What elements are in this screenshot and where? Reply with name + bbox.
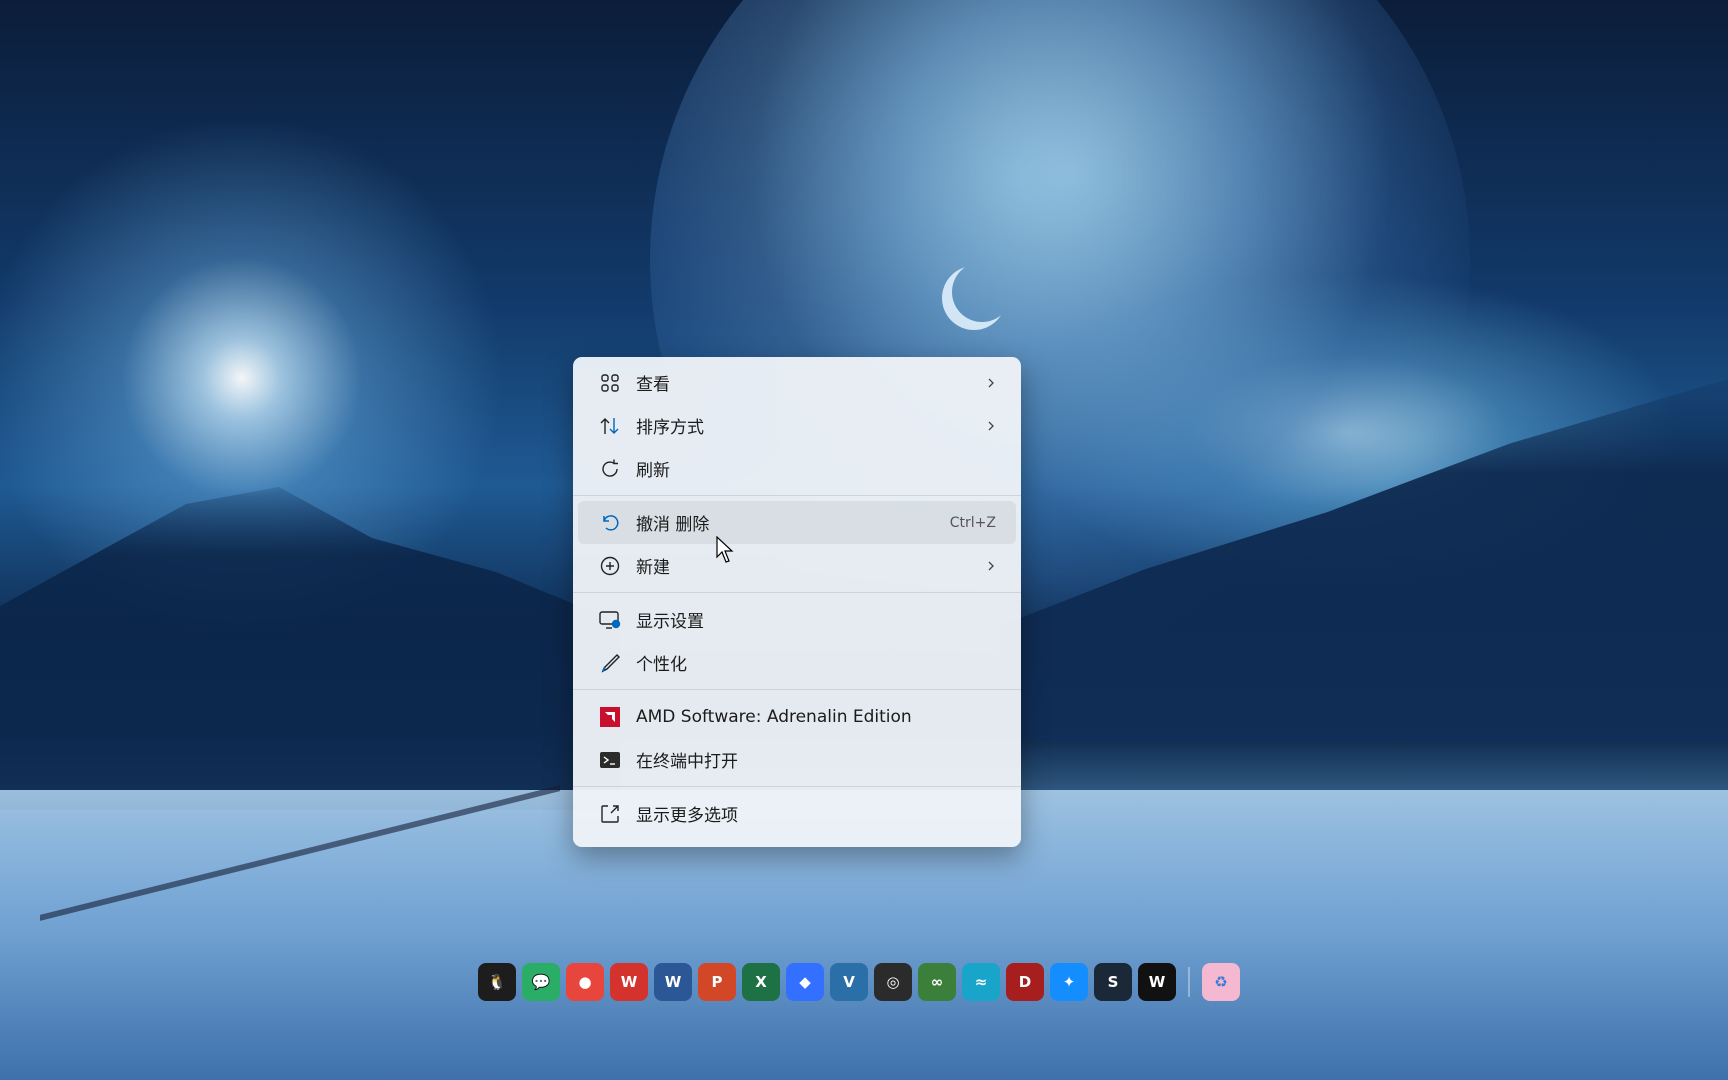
refresh-icon — [598, 457, 622, 481]
chevron-right-icon — [986, 361, 996, 404]
menu-item-label: AMD Software: Adrenalin Edition — [636, 706, 912, 727]
menu-item-undo[interactable]: 撤消 删除 Ctrl+Z — [578, 501, 1016, 544]
grid-icon — [598, 371, 622, 395]
menu-item-view[interactable]: 查看 — [578, 361, 1016, 404]
menu-item-label: 新建 — [636, 558, 670, 578]
wechat-icon[interactable]: 💬 — [522, 963, 560, 1001]
undo-icon — [598, 511, 622, 535]
qq-icon[interactable]: 🐧 — [478, 963, 516, 1001]
menu-item-refresh[interactable]: 刷新 — [578, 447, 1016, 490]
shortcut-text: Ctrl+Z — [949, 514, 996, 531]
chevron-right-icon — [986, 544, 996, 587]
mouse-cursor-icon — [716, 536, 734, 563]
excel-icon[interactable]: X — [742, 963, 780, 1001]
wallpaper-moon — [952, 262, 1012, 322]
word-icon[interactable]: W — [654, 963, 692, 1001]
menu-item-label: 个性化 — [636, 655, 687, 675]
obs-icon[interactable]: ◎ — [874, 963, 912, 1001]
desktop[interactable]: 查看 排序方式 刷新 撤消 删除 Ctrl+Z 新建 显示设置 个性化 AMD … — [0, 0, 1728, 1080]
battlenet-icon[interactable]: ✦ — [1050, 963, 1088, 1001]
dock-separator — [1188, 967, 1190, 997]
menu-item-amd-software[interactable]: AMD Software: Adrenalin Edition — [578, 695, 1016, 738]
menu-item-personalize[interactable]: 个性化 — [578, 641, 1016, 684]
wps-icon[interactable]: W — [610, 963, 648, 1001]
menu-item-sort[interactable]: 排序方式 — [578, 404, 1016, 447]
hub-icon[interactable]: ∞ — [918, 963, 956, 1001]
sort-icon — [598, 414, 622, 438]
wifi-icon[interactable]: ≈ — [962, 963, 1000, 1001]
amd-icon — [598, 705, 622, 729]
desktop-context-menu: 查看 排序方式 刷新 撤消 删除 Ctrl+Z 新建 显示设置 个性化 AMD … — [573, 357, 1021, 847]
menu-item-open-in-terminal[interactable]: 在终端中打开 — [578, 738, 1016, 781]
brush-icon — [598, 651, 622, 675]
menu-separator — [573, 689, 1021, 690]
menu-separator — [573, 592, 1021, 593]
more-options-icon — [598, 802, 622, 826]
menu-item-label: 排序方式 — [636, 418, 704, 438]
dota-icon[interactable]: D — [1006, 963, 1044, 1001]
steam-icon[interactable]: S — [1094, 963, 1132, 1001]
chevron-right-icon — [986, 404, 996, 447]
menu-separator — [573, 786, 1021, 787]
menu-item-display-settings[interactable]: 显示设置 — [578, 598, 1016, 641]
menu-item-label: 刷新 — [636, 461, 670, 481]
taskbar-dock: 🐧 💬 ● W W P X ◆ V ◎ ∞ ≈ D ✦ S W ♻ — [478, 958, 1248, 1006]
menu-item-label: 在终端中打开 — [636, 752, 738, 772]
menu-item-label: 显示更多选项 — [636, 806, 738, 826]
wolf-icon[interactable]: W — [1138, 963, 1176, 1001]
feishu-icon[interactable]: ◆ — [786, 963, 824, 1001]
display-settings-icon — [598, 608, 622, 632]
powerpoint-icon[interactable]: P — [698, 963, 736, 1001]
menu-item-label: 查看 — [636, 375, 670, 395]
menu-separator — [573, 495, 1021, 496]
wallpaper-forest-left — [0, 487, 620, 810]
vtb-icon[interactable]: V — [830, 963, 868, 1001]
terminal-icon — [598, 748, 622, 772]
plus-circle-icon — [598, 554, 622, 578]
menu-item-new[interactable]: 新建 — [578, 544, 1016, 587]
chrome-icon[interactable]: ● — [566, 963, 604, 1001]
menu-item-label: 显示设置 — [636, 612, 704, 632]
recycle-bin-icon[interactable]: ♻ — [1202, 963, 1240, 1001]
menu-item-show-more-options[interactable]: 显示更多选项 — [578, 792, 1016, 835]
